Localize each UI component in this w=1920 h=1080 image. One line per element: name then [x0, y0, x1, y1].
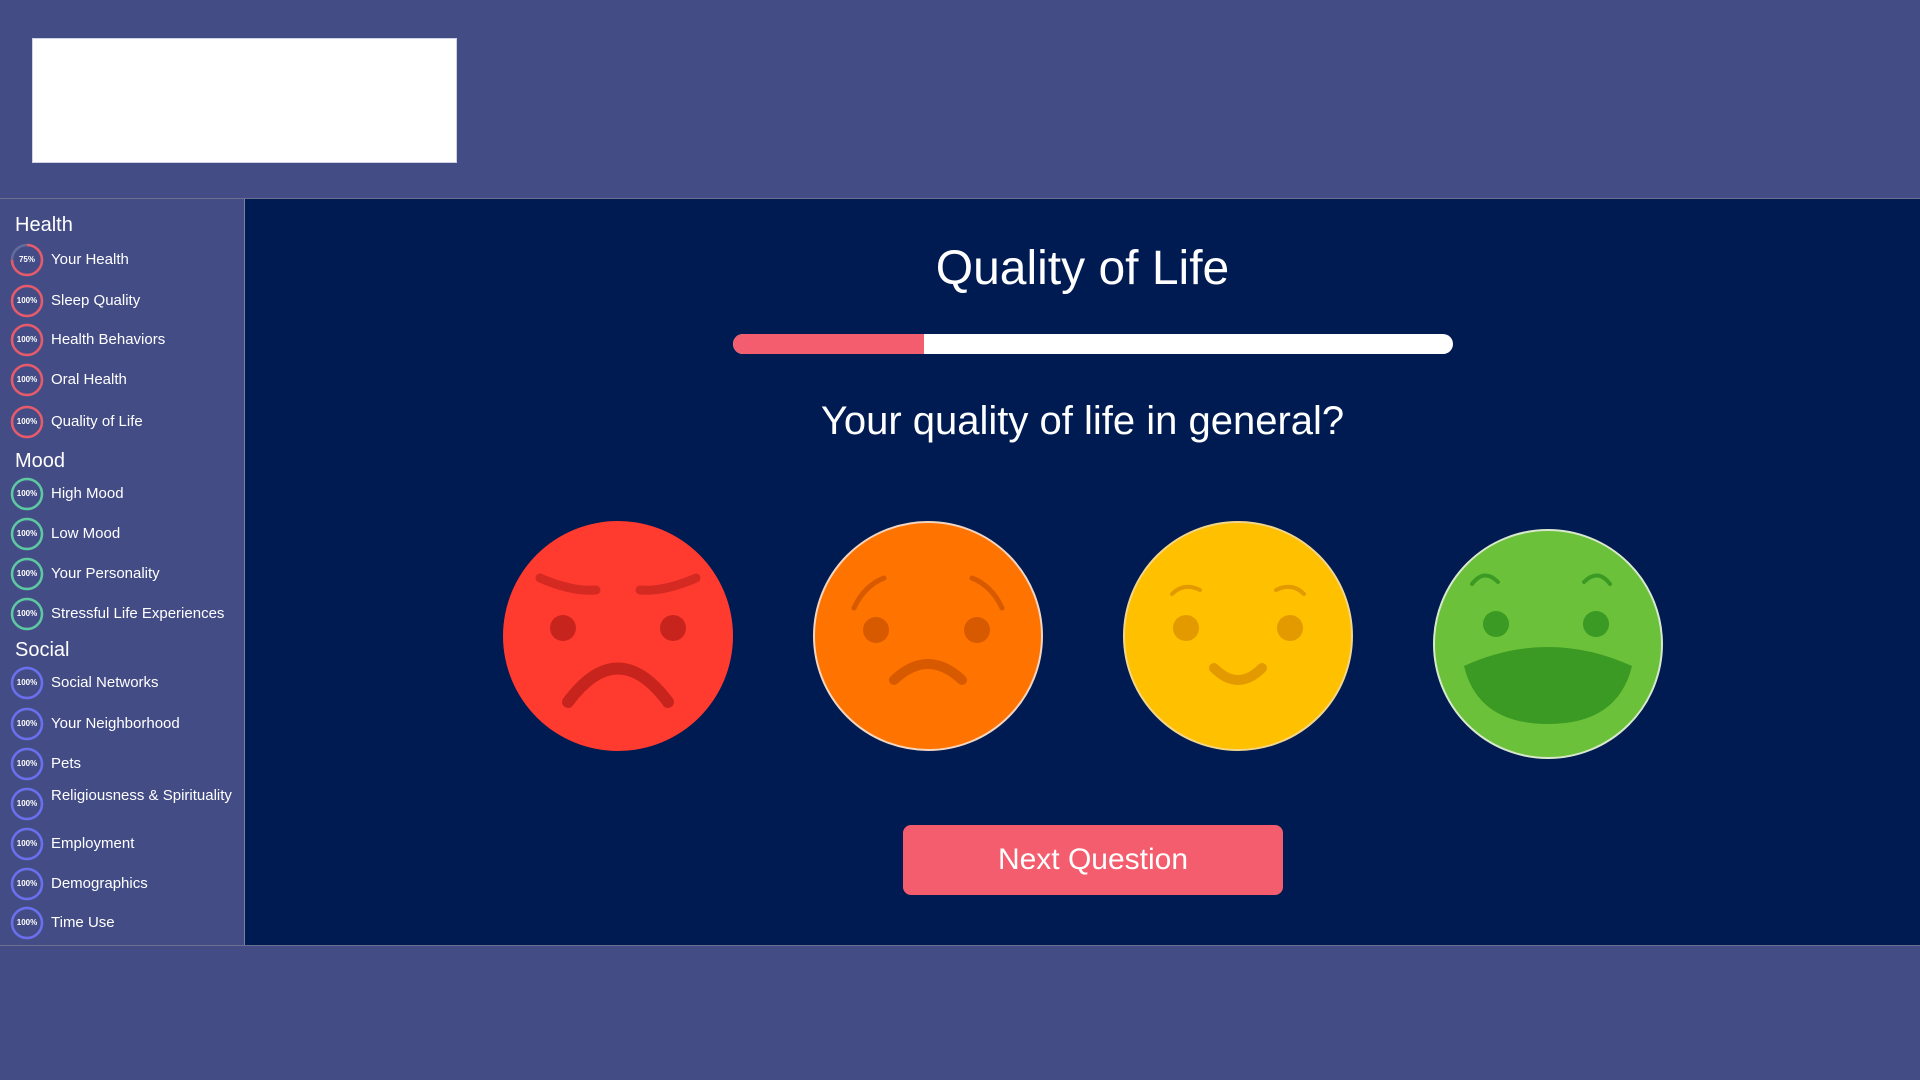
sidebar-item-label: Religiousness & Spirituality: [51, 787, 232, 804]
sad-face-option[interactable]: [812, 520, 1044, 752]
smiling-face-icon: [1123, 521, 1353, 751]
sidebar-item-stressful-life-experiences[interactable]: 100% Stressful Life Experiences: [10, 597, 242, 633]
progress-percent: 100%: [16, 529, 38, 538]
progress-percent: 100%: [16, 799, 38, 808]
progress-percent: 100%: [16, 839, 38, 848]
sidebar-item-employment[interactable]: 100% Employment: [10, 827, 242, 863]
sidebar-item-label: Social Networks: [51, 674, 159, 691]
next-question-button[interactable]: Next Question: [903, 825, 1283, 895]
sidebar-item-label: Your Health: [51, 251, 129, 268]
progress-percent: 100%: [16, 489, 38, 498]
progress-percent: 100%: [16, 759, 38, 768]
sidebar-item-quality-of-life[interactable]: 100% Quality of Life: [10, 405, 242, 441]
progress-percent: 100%: [16, 879, 38, 888]
progress-percent: 100%: [16, 609, 38, 618]
laughing-face-icon: [1433, 529, 1663, 759]
page-title: Quality of Life: [935, 242, 1230, 295]
sidebar-item-label: Your Neighborhood: [51, 715, 180, 732]
sidebar-item-label: Stressful Life Experiences: [51, 605, 225, 622]
sidebar-item-label: Health Behaviors: [51, 331, 166, 348]
section-title-social: Social: [15, 639, 70, 661]
sidebar-item-label: Time Use: [51, 914, 115, 931]
sidebar-item-demographics[interactable]: 100% Demographics: [10, 867, 242, 903]
sidebar-item-high-mood[interactable]: 100% High Mood: [10, 477, 242, 513]
sidebar-item-your-health[interactable]: 75% Your Health: [10, 243, 242, 279]
laughing-face-option[interactable]: [1432, 528, 1664, 760]
progress-percent: 100%: [16, 918, 38, 927]
sidebar-item-social-networks[interactable]: 100% Social Networks: [10, 666, 242, 702]
footer: [0, 945, 1920, 1080]
sidebar: Health 75% Your Health 100% Sleep Qualit…: [0, 199, 245, 945]
sidebar-item-label: Quality of Life: [51, 413, 143, 430]
smiling-face-option[interactable]: [1122, 520, 1354, 752]
progress-percent: 100%: [16, 719, 38, 728]
logo-placeholder: [32, 38, 457, 163]
question-progress-fill: [733, 334, 924, 354]
sidebar-item-label: Low Mood: [51, 525, 121, 542]
question-progress-bar: [733, 334, 1453, 354]
main-panel: Quality of Life Your quality of life in …: [245, 199, 1920, 945]
progress-percent: 100%: [16, 569, 38, 578]
section-title-mood: Mood: [15, 450, 66, 472]
sidebar-item-sleep-quality[interactable]: 100% Sleep Quality: [10, 284, 242, 320]
sidebar-item-label: Employment: [51, 835, 135, 852]
angry-face-option[interactable]: [502, 520, 734, 752]
sidebar-item-label: Demographics: [51, 875, 148, 892]
header: [0, 0, 1920, 199]
progress-percent: 100%: [16, 417, 38, 426]
progress-percent: 100%: [16, 335, 38, 344]
sidebar-item-your-personality[interactable]: 100% Your Personality: [10, 557, 242, 593]
sidebar-item-oral-health[interactable]: 100% Oral Health: [10, 363, 242, 399]
sidebar-item-label: Your Personality: [51, 565, 160, 582]
sidebar-item-your-neighborhood[interactable]: 100% Your Neighborhood: [10, 707, 242, 743]
sidebar-item-pets[interactable]: 100% Pets: [10, 747, 242, 783]
progress-percent: 100%: [16, 296, 38, 305]
progress-percent: 100%: [16, 375, 38, 384]
sad-face-icon: [813, 521, 1043, 751]
sidebar-item-label: Sleep Quality: [51, 292, 141, 309]
progress-percent: 100%: [16, 678, 38, 687]
section-title-health: Health: [15, 214, 73, 236]
sidebar-item-time-use[interactable]: 100% Time Use: [10, 906, 242, 942]
sidebar-item-label: Oral Health: [51, 371, 127, 388]
sidebar-item-religiousness-spirituality[interactable]: 100% Religiousness & Spirituality: [10, 787, 242, 823]
progress-percent: 75%: [18, 255, 35, 264]
question-text: Your quality of life in general?: [820, 399, 1345, 443]
sidebar-item-label: High Mood: [51, 485, 124, 502]
angry-face-icon: [503, 521, 733, 751]
sidebar-item-health-behaviors[interactable]: 100% Health Behaviors: [10, 323, 242, 359]
sidebar-item-label: Pets: [51, 755, 82, 772]
sidebar-item-low-mood[interactable]: 100% Low Mood: [10, 517, 242, 553]
